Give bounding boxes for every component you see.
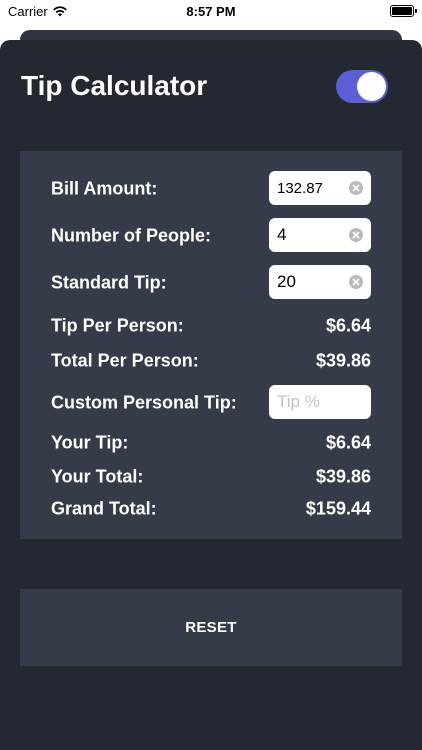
custom-tip-row: Custom Personal Tip: [20,385,402,421]
page-title: Tip Calculator [21,70,208,101]
people-field[interactable] [269,218,371,252]
standard-tip-field[interactable] [269,265,371,299]
clear-icon[interactable] [349,275,363,289]
tip-per-person-value: $6.64 [325,315,371,336]
custom-tip-field[interactable] [269,385,371,419]
custom-tip-label: Custom Personal Tip: [51,392,237,413]
people-label: Number of People: [51,225,212,246]
your-tip-value: $6.64 [325,432,371,453]
status-bar: Carrier 8:57 PM [0,0,422,24]
your-total-value: $39.86 [315,466,371,487]
clear-icon[interactable] [349,228,363,242]
total-per-person-label: Total Per Person: [51,350,199,371]
theme-toggle[interactable] [336,70,388,103]
bill-amount-row: Bill Amount: [20,171,402,207]
grand-total-value: $159.44 [305,498,371,519]
your-total-row: Your Total: $39.86 [20,459,402,495]
tip-per-person-row: Tip Per Person: $6.64 [20,308,402,344]
standard-tip-label: Standard Tip: [51,272,167,293]
reset-button[interactable]: RESET [20,589,402,666]
grand-total-label: Grand Total: [51,498,157,519]
your-total-label: Your Total: [51,466,144,487]
standard-tip-row: Standard Tip: [20,265,402,301]
bill-amount-label: Bill Amount: [51,178,158,199]
custom-tip-input[interactable] [277,385,347,419]
standard-tip-input[interactable] [277,265,347,299]
grand-total-row: Grand Total: $159.44 [20,491,402,527]
your-tip-row: Your Tip: $6.64 [20,425,402,461]
people-row: Number of People: [20,218,402,254]
bill-amount-field[interactable] [269,171,371,205]
clear-icon[interactable] [349,181,363,195]
people-input[interactable] [277,218,347,252]
battery-icon [390,5,417,17]
tip-per-person-label: Tip Per Person: [51,315,184,336]
status-time: 8:57 PM [186,4,236,19]
calculator-card: Bill Amount: Number of People: Standard … [20,151,402,539]
your-tip-label: Your Tip: [51,432,129,453]
bill-amount-input[interactable] [277,171,347,205]
total-per-person-row: Total Per Person: $39.86 [20,343,402,379]
total-per-person-value: $39.86 [315,350,371,371]
toggle-knob [357,72,386,101]
